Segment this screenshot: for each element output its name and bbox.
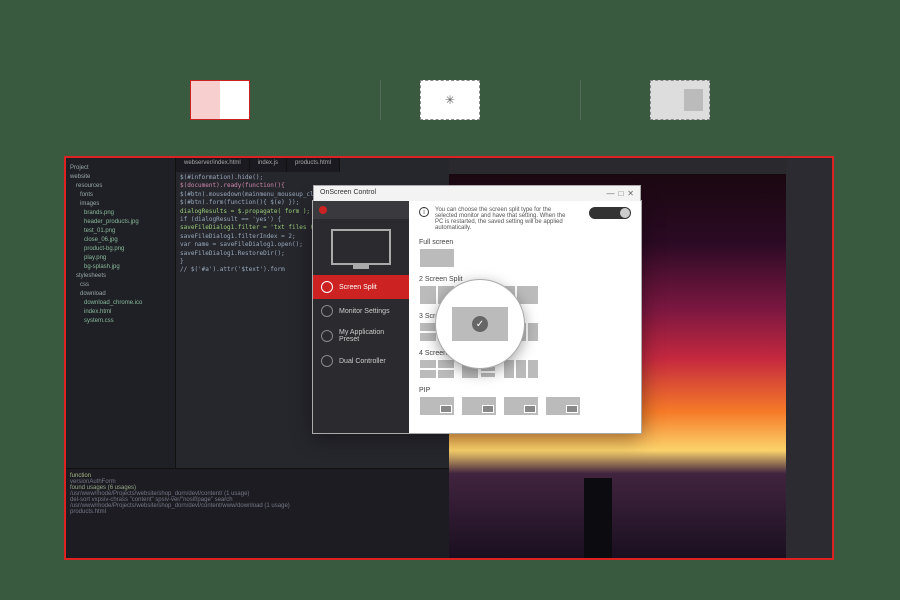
window-controls: — □ ✕: [606, 189, 634, 198]
dialog-title-text: OnScreen Control: [320, 189, 376, 198]
layout-pip-2[interactable]: [461, 396, 497, 416]
section-label-full: Full screen: [419, 239, 631, 246]
mode-selector-row: ✳: [0, 80, 900, 120]
maximize-icon[interactable]: □: [618, 189, 623, 198]
editor-tab[interactable]: index.js: [250, 158, 287, 172]
editor-tab[interactable]: webserver/index.html: [176, 158, 250, 172]
dialog-titlebar[interactable]: OnScreen Control — □ ✕: [313, 185, 641, 201]
tree-file[interactable]: test_01.png: [70, 227, 171, 236]
info-text: You can choose the screen split type for…: [435, 207, 575, 231]
tree-file[interactable]: download_chrome.ico: [70, 299, 171, 308]
tree-folder[interactable]: stylesheets: [70, 272, 171, 281]
layout-4a[interactable]: [419, 359, 455, 379]
zoom-callout: ✓: [435, 279, 525, 369]
tree-file[interactable]: index.html: [70, 308, 171, 317]
mode-split-2[interactable]: [190, 80, 250, 120]
onscreen-control-dialog: OnScreen Control — □ ✕ Screen Split Moni…: [312, 200, 642, 434]
tree-folder[interactable]: css: [70, 281, 171, 290]
tree-file[interactable]: bg-splash.jpg: [70, 263, 171, 272]
layout-pip-3[interactable]: [503, 396, 539, 416]
info-row: i You can choose the screen split type f…: [419, 207, 631, 231]
info-icon: i: [419, 207, 429, 217]
dialog-sidebar: Screen Split Monitor Settings My Applica…: [313, 201, 409, 433]
ultrawide-monitor-preview: Project website resources fonts images b…: [64, 156, 834, 560]
mode-pip[interactable]: [650, 80, 710, 120]
editor-tab[interactable]: products.html: [287, 158, 340, 172]
tree-folder[interactable]: download: [70, 290, 171, 299]
tree-folder[interactable]: website: [70, 173, 171, 182]
photo-toolbar[interactable]: [449, 158, 832, 174]
photo-subject: [584, 478, 612, 558]
tree-file[interactable]: system.css: [70, 317, 171, 326]
tree-folder[interactable]: resources: [70, 182, 171, 191]
editor-tabs: webserver/index.html index.js products.h…: [176, 158, 340, 172]
tree-file[interactable]: brands.png: [70, 209, 171, 218]
tree-folder[interactable]: fonts: [70, 191, 171, 200]
sidebar-item-monitor-settings[interactable]: Monitor Settings: [313, 299, 409, 323]
grid-icon: [321, 281, 333, 293]
link-icon: [321, 355, 333, 367]
tree-file[interactable]: play.png: [70, 254, 171, 263]
sidebar-item-screen-split[interactable]: Screen Split: [313, 275, 409, 299]
tree-file[interactable]: product-bg.png: [70, 245, 171, 254]
separator: [380, 80, 381, 120]
sidebar-item-dual-controller[interactable]: Dual Controller: [313, 349, 409, 373]
tree-file[interactable]: header_products.jpg: [70, 218, 171, 227]
app-icon: [321, 330, 333, 342]
brand-row: [313, 201, 409, 219]
layout-pip-1[interactable]: [419, 396, 455, 416]
layout-4c[interactable]: [503, 359, 539, 379]
mode-center[interactable]: ✳: [420, 80, 480, 120]
minimize-icon[interactable]: —: [606, 189, 614, 198]
separator: [580, 80, 581, 120]
gear-icon: [321, 305, 333, 317]
layout-full[interactable]: [419, 248, 455, 268]
tree-file[interactable]: close_06.jpg: [70, 236, 171, 245]
layout-pip-4[interactable]: [545, 396, 581, 416]
section-label-2: 2 Screen Split: [419, 276, 631, 283]
section-label-pip: PIP: [419, 387, 631, 394]
sidebar-item-app-preset[interactable]: My Application Preset: [313, 323, 409, 349]
check-icon: ✓: [472, 316, 488, 332]
hold-toggle[interactable]: [589, 207, 631, 219]
tree-folder[interactable]: images: [70, 200, 171, 209]
photo-panels[interactable]: [786, 158, 832, 558]
close-icon[interactable]: ✕: [627, 189, 634, 198]
monitor-icon: [331, 229, 391, 265]
brand-dot-icon: [319, 206, 327, 214]
zoom-layout-preview: ✓: [452, 307, 508, 341]
tree-root[interactable]: Project: [70, 164, 171, 173]
find-usages-panel[interactable]: function versionAuthForm found usages (6…: [66, 468, 449, 558]
